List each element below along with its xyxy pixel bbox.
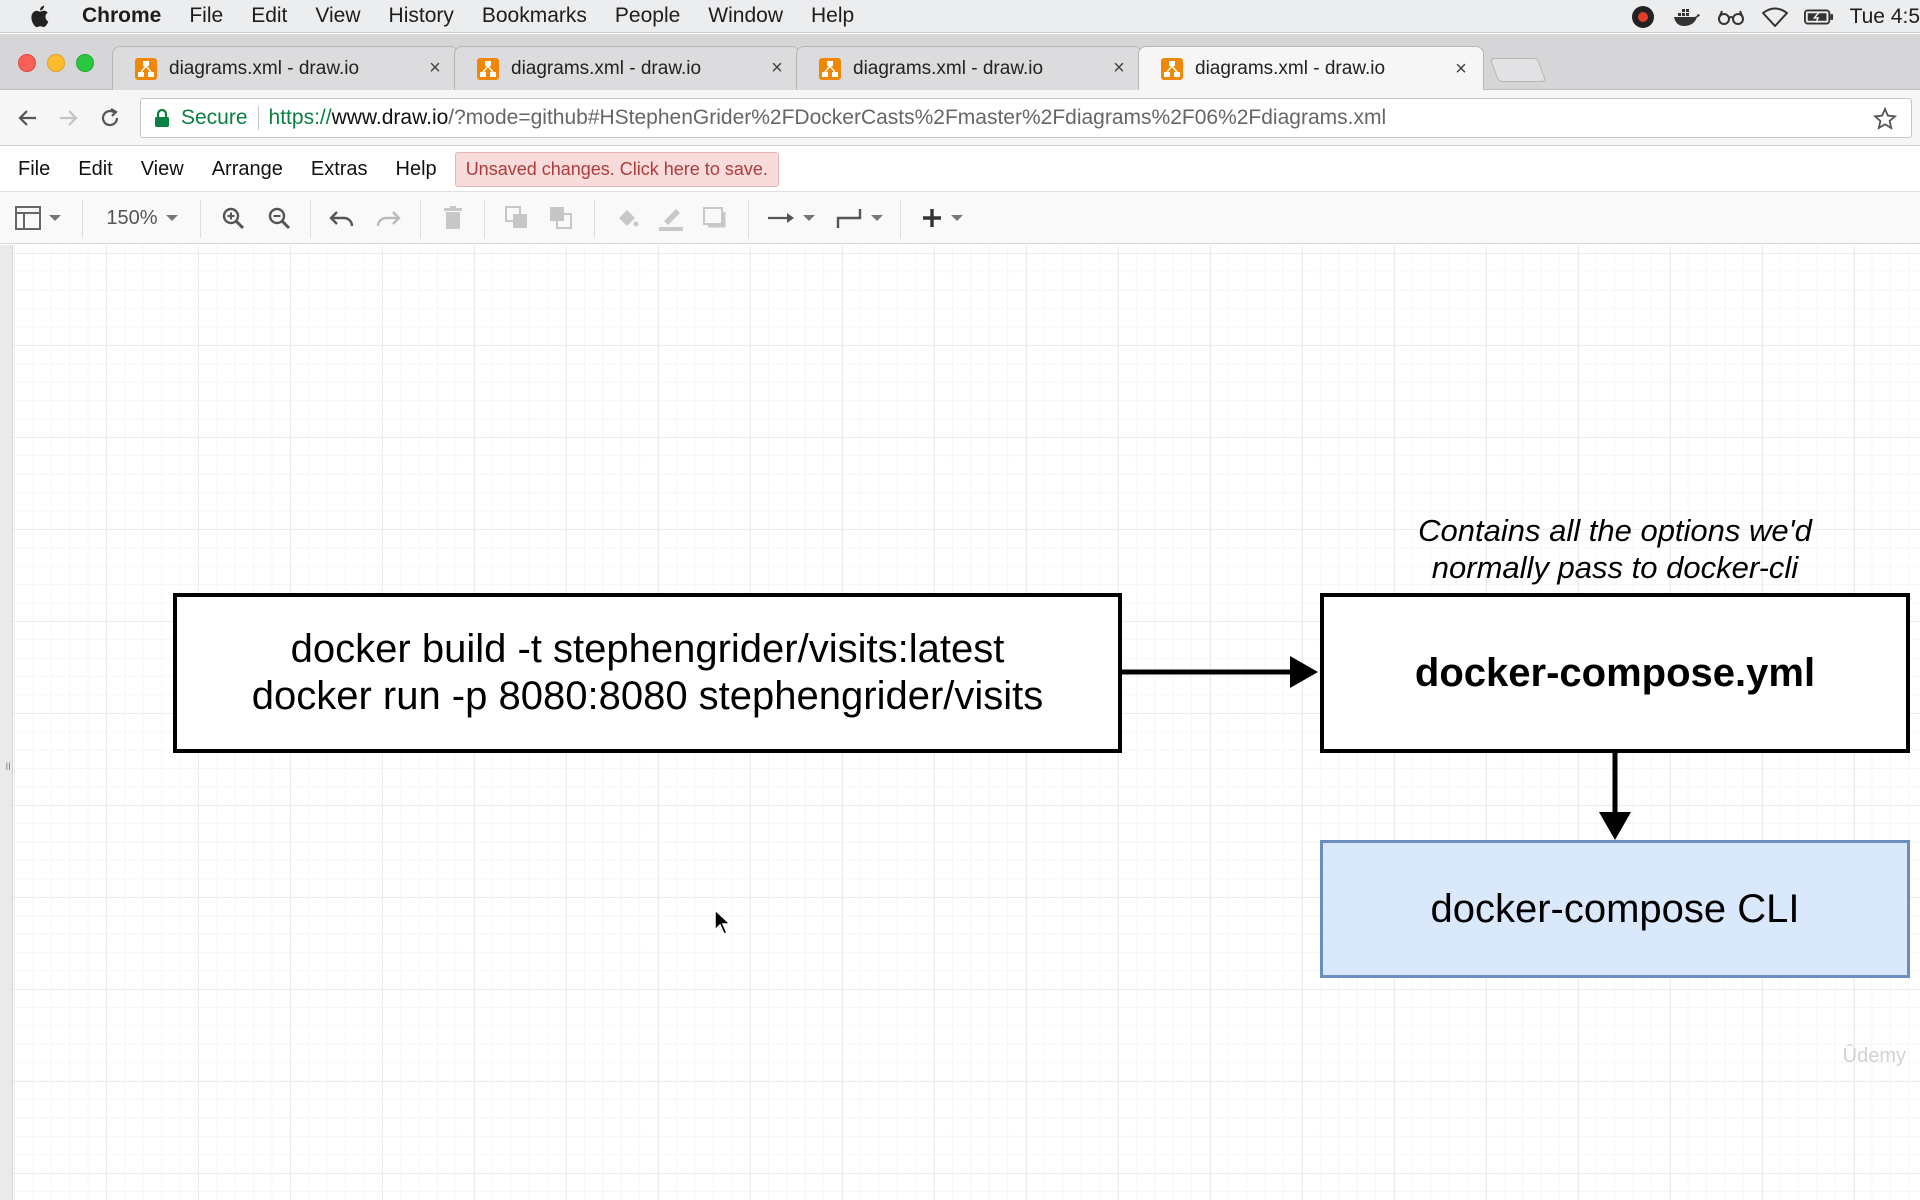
glasses-icon[interactable]	[1716, 6, 1746, 28]
fill-color-icon[interactable]	[612, 204, 642, 232]
menu-bookmarks[interactable]: Bookmarks	[482, 4, 587, 28]
undo-icon[interactable]	[326, 204, 358, 232]
menu-file[interactable]: File	[189, 4, 223, 28]
browser-tab[interactable]: diagrams.xml - draw.io ×	[454, 46, 800, 90]
udemy-watermark: Ûdemy	[1842, 1045, 1906, 1067]
menu-app-chrome[interactable]: Chrome	[82, 4, 161, 28]
window-minimize-button[interactable]	[47, 54, 65, 72]
wifi-icon[interactable]	[1760, 6, 1790, 28]
docker-run-command: docker run -p 8080:8080 stephengrider/vi…	[251, 674, 1044, 718]
menu-window[interactable]: Window	[708, 4, 783, 28]
drawio-menu-extras[interactable]: Extras	[311, 158, 368, 181]
drawio-menu-bar: File Edit View Arrange Extras Help Unsav…	[0, 147, 1920, 191]
docker-commands-box[interactable]: docker build -t stephengrider/visits:lat…	[173, 593, 1122, 753]
battery-icon[interactable]	[1803, 6, 1834, 28]
insert-icon[interactable]	[916, 204, 968, 232]
menu-history[interactable]: History	[389, 4, 454, 28]
zoom-dropdown[interactable]: 150%	[100, 204, 184, 232]
compose-annotation[interactable]: Contains all the options we'd normally p…	[1340, 512, 1890, 586]
tab-title: diagrams.xml - draw.io	[1195, 58, 1386, 79]
tab-title: diagrams.xml - draw.io	[511, 57, 702, 79]
apple-icon[interactable]	[28, 3, 54, 29]
compose-yml-label: docker-compose.yml	[1414, 650, 1816, 695]
secure-label: Secure	[181, 106, 248, 129]
connection-icon[interactable]	[764, 204, 818, 232]
macos-menu-bar: Chrome File Edit View History Bookmarks …	[0, 0, 1920, 33]
menu-view[interactable]: View	[315, 4, 360, 28]
tab-title: diagrams.xml - draw.io	[853, 57, 1044, 79]
url-scheme: https://	[268, 106, 332, 129]
zoom-level: 150%	[106, 206, 158, 229]
drawio-favicon-icon	[819, 57, 841, 80]
url-path: /?mode=github#HStephenGrider%2FDockerCas…	[448, 106, 1387, 129]
drawio-menu-view[interactable]: View	[141, 158, 184, 181]
unsaved-changes-button[interactable]: Unsaved changes. Click here to save.	[454, 151, 779, 187]
menu-help[interactable]: Help	[811, 4, 854, 28]
line-color-icon[interactable]	[656, 204, 686, 232]
docker-compose-yml-box[interactable]: docker-compose.yml	[1320, 593, 1910, 753]
docker-icon[interactable]	[1672, 6, 1702, 28]
docker-build-command: docker build -t stephengrider/visits:lat…	[290, 627, 1005, 671]
delete-icon[interactable]	[438, 204, 468, 232]
browser-tab[interactable]: diagrams.xml - draw.io ×	[112, 46, 458, 90]
forward-icon[interactable]	[54, 104, 82, 132]
compose-cli-label: docker-compose CLI	[1430, 886, 1800, 931]
zoom-out-icon[interactable]	[264, 204, 294, 232]
drawio-favicon-icon	[477, 57, 499, 80]
url-host: www.draw.io	[331, 106, 449, 129]
drawio-menu-file[interactable]: File	[18, 158, 50, 181]
creative-cloud-icon[interactable]	[1628, 5, 1658, 28]
tab-strip: diagrams.xml - draw.io × diagrams.xml - …	[0, 34, 1920, 91]
new-tab-button[interactable]	[1489, 58, 1547, 82]
omnibox-divider	[257, 106, 259, 130]
drawio-favicon-icon	[1161, 58, 1183, 80]
menu-people[interactable]: People	[615, 4, 680, 28]
tab-close-icon[interactable]: ×	[423, 57, 447, 80]
browser-tab[interactable]: diagrams.xml - draw.io ×	[796, 46, 1142, 90]
to-back-icon[interactable]	[546, 204, 576, 232]
panel-grip-icon[interactable]: ॥	[4, 757, 11, 774]
reload-icon[interactable]	[96, 104, 124, 132]
drawio-favicon-icon	[135, 57, 157, 80]
status-area: Tue 4:5	[1614, 0, 1920, 33]
drawio-menu-edit[interactable]: Edit	[78, 158, 112, 181]
tab-close-icon[interactable]: ×	[765, 57, 789, 80]
format-panel-icon[interactable]	[14, 204, 62, 232]
zoom-in-icon[interactable]	[218, 204, 248, 232]
url-field[interactable]: Secure https:// www.draw.io /?mode=githu…	[140, 98, 1912, 138]
address-bar: Secure https:// www.draw.io /?mode=githu…	[0, 90, 1920, 146]
menu-edit[interactable]: Edit	[251, 4, 287, 28]
redo-icon[interactable]	[372, 204, 404, 232]
window-close-button[interactable]	[18, 54, 36, 72]
bookmark-star-icon[interactable]	[1873, 107, 1897, 131]
annotation-line-1: Contains all the options we'd	[1418, 513, 1812, 548]
to-front-icon[interactable]	[502, 204, 532, 232]
docker-compose-cli-box[interactable]: docker-compose CLI	[1320, 840, 1910, 978]
browser-tab-active[interactable]: diagrams.xml - draw.io ×	[1138, 46, 1484, 91]
drawio-menu-arrange[interactable]: Arrange	[212, 158, 283, 181]
tab-close-icon[interactable]: ×	[1107, 57, 1131, 80]
annotation-line-2: normally pass to docker-cli	[1431, 550, 1799, 585]
lock-icon	[155, 108, 169, 127]
menubar-clock[interactable]: Tue 4:5	[1850, 5, 1920, 29]
shadow-icon[interactable]	[700, 204, 730, 232]
mouse-cursor-icon	[714, 908, 732, 935]
left-panel-collapsed[interactable]: ॥	[0, 245, 13, 1200]
tab-close-icon[interactable]: ×	[1449, 58, 1473, 81]
waypoints-icon[interactable]	[832, 204, 886, 232]
window-zoom-button[interactable]	[76, 54, 94, 72]
back-icon[interactable]	[14, 104, 42, 132]
tab-title: diagrams.xml - draw.io	[169, 57, 360, 79]
drawio-menu-help[interactable]: Help	[396, 158, 437, 181]
drawio-toolbar: 150%	[0, 191, 1920, 244]
